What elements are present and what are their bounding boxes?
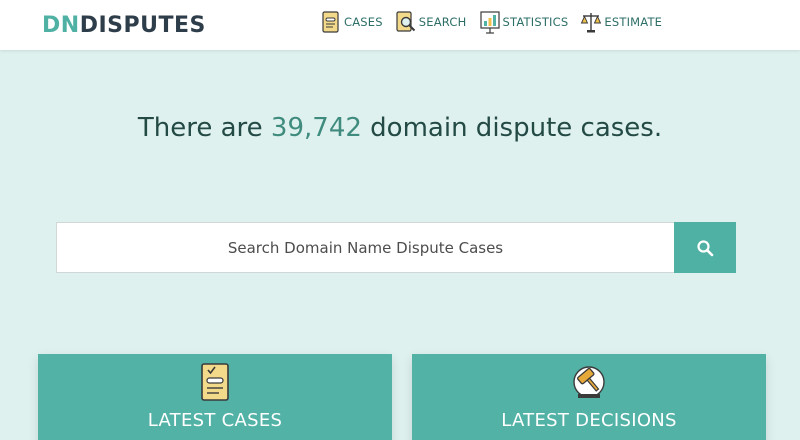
nav-statistics[interactable]: STATISTICS	[479, 10, 569, 34]
nav-cases[interactable]: CASES	[320, 10, 383, 34]
search-document-icon	[396, 11, 415, 32]
logo-dn: DN	[42, 13, 80, 38]
search-submit-button[interactable]	[674, 222, 736, 273]
cases-document-icon	[322, 11, 339, 33]
latest-decisions-card[interactable]: LATEST DECISIONS	[412, 354, 766, 440]
case-count: 39,742	[270, 113, 362, 143]
site-logo[interactable]: DNDISPUTES	[42, 12, 206, 40]
gavel-icon	[573, 366, 605, 398]
latest-cases-card[interactable]: LATEST CASES	[38, 354, 392, 440]
statistics-chart-icon	[479, 11, 500, 34]
scales-icon	[581, 13, 602, 33]
nav-search[interactable]: SEARCH	[395, 10, 467, 34]
hero-heading: There are 39,742 domain dispute cases.	[0, 113, 800, 143]
magnifier-icon	[697, 239, 714, 256]
case-search-form	[56, 222, 736, 273]
logo-disputes: DISPUTES	[79, 13, 206, 38]
nav-estimate-label: ESTIMATE	[604, 15, 663, 29]
checklist-document-icon	[201, 363, 229, 401]
nav-statistics-label: STATISTICS	[502, 15, 569, 29]
latest-cases-title: LATEST CASES	[147, 410, 283, 431]
hero-prefix: There are	[137, 113, 271, 143]
nav-estimate[interactable]: ESTIMATE	[580, 10, 662, 34]
latest-decisions-title: LATEST DECISIONS	[501, 410, 677, 431]
case-search-input[interactable]	[56, 222, 674, 273]
hero-suffix: domain dispute cases.	[361, 113, 663, 143]
site-header: DNDISPUTES CASES SEARCH STATISTICS ESTIM…	[0, 0, 800, 50]
nav-cases-label: CASES	[344, 15, 383, 29]
main-nav: CASES SEARCH STATISTICS ESTIMATE	[320, 9, 674, 35]
nav-search-label: SEARCH	[418, 15, 467, 29]
